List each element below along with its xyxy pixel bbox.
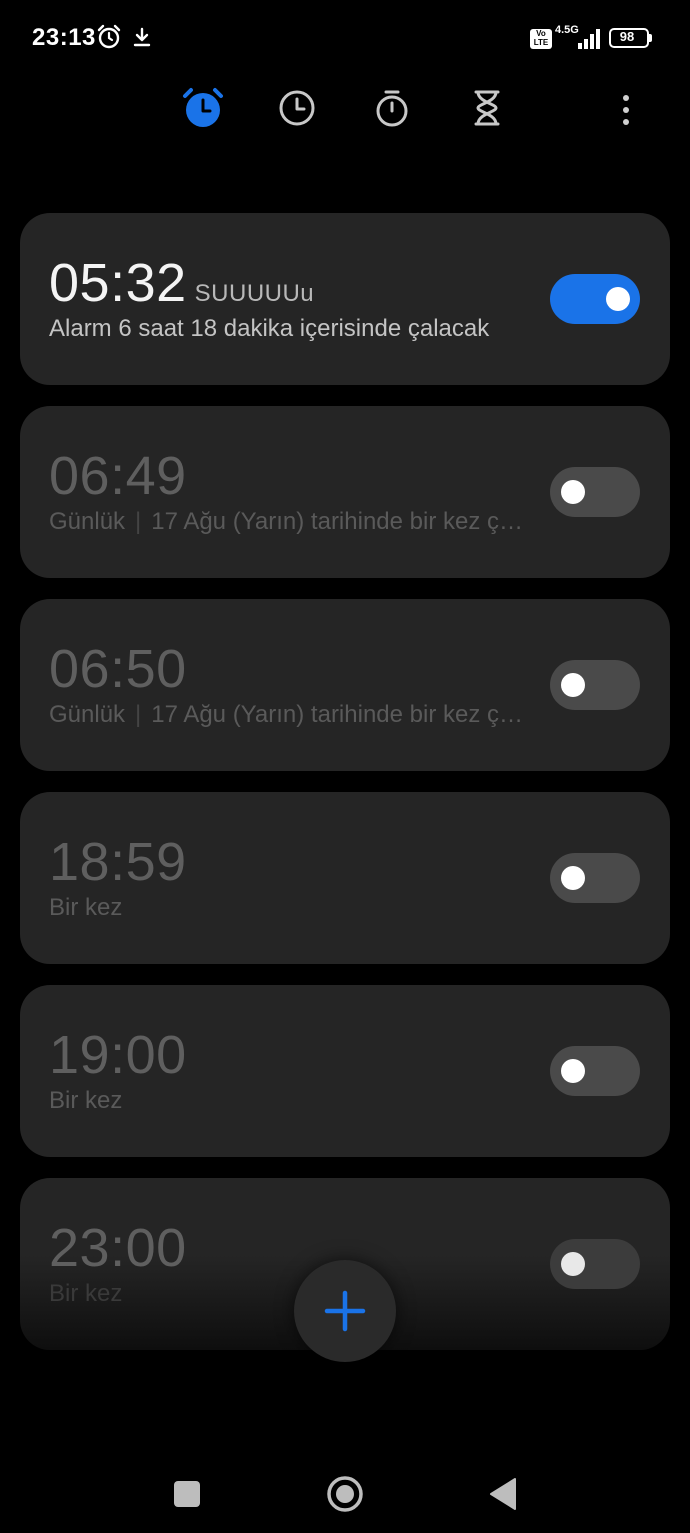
- back-button[interactable]: [481, 1472, 525, 1516]
- system-navbar: [0, 1450, 690, 1533]
- volte-icon: Vo LTE: [530, 29, 552, 49]
- tab-alarm[interactable]: [181, 86, 225, 130]
- stopwatch-icon: [376, 90, 408, 127]
- alarm-time: 05:32: [49, 253, 187, 313]
- download-icon: [133, 27, 151, 47]
- status-time: 23:13: [32, 24, 96, 51]
- alarm-toggle[interactable]: [550, 1046, 640, 1096]
- toggle-knob: [561, 866, 585, 890]
- alarm-toggle[interactable]: [550, 274, 640, 324]
- overflow-menu-button[interactable]: [606, 90, 646, 130]
- alarm-subtitle: 17 Ağu (Yarın) tarihinde bir kez çalacak: [151, 508, 529, 535]
- tab-timer[interactable]: [465, 86, 509, 130]
- alarm-subtitle-row: Günlük | 17 Ağu (Yarın) tarihinde bir kez …: [49, 506, 529, 538]
- clock-icon: [279, 90, 315, 126]
- alarm-clock-icon: [183, 88, 223, 127]
- alarm-toggle[interactable]: [550, 1239, 640, 1289]
- more-dot: [623, 119, 629, 125]
- alarm-list: 05:32 SUUUUUu Alarm 6 saat 18 dakika içer…: [20, 213, 670, 1371]
- tab-world-clock[interactable]: [275, 86, 319, 130]
- alarm-subtitle: Bir kez: [49, 1280, 123, 1307]
- toggle-knob: [561, 1059, 585, 1083]
- battery-level: 98: [619, 29, 635, 44]
- recents-button[interactable]: [165, 1472, 209, 1516]
- separator: |: [135, 508, 142, 535]
- back-triangle-icon: [490, 1478, 516, 1510]
- separator: |: [135, 701, 142, 728]
- alarm-time: 23:00: [49, 1218, 187, 1278]
- more-dot: [623, 95, 629, 101]
- alarm-time: 06:49: [49, 446, 187, 506]
- home-button[interactable]: [323, 1472, 367, 1516]
- alarm-subtitle: Alarm 6 saat 18 dakika içerisinde çalaca…: [49, 315, 490, 342]
- alarm-time: 06:50: [49, 639, 187, 699]
- hourglass-icon: [474, 90, 500, 126]
- alarm-icon: [97, 24, 121, 49]
- status-bar: 23:13 Vo LTE 4.5G 98: [0, 0, 690, 78]
- alarm-label: SUUUUUu: [194, 280, 315, 307]
- signal-icon: [578, 29, 600, 49]
- toggle-knob: [561, 480, 585, 504]
- alarm-card[interactable]: 05:32 SUUUUUu Alarm 6 saat 18 dakika içer…: [20, 213, 670, 385]
- add-alarm-button[interactable]: [294, 1260, 396, 1362]
- clock-tabs: [0, 84, 690, 134]
- alarm-toggle[interactable]: [550, 467, 640, 517]
- alarm-toggle[interactable]: [550, 660, 640, 710]
- tab-stopwatch[interactable]: [370, 86, 414, 130]
- alarm-repeat: Günlük: [49, 508, 126, 535]
- alarm-time: 18:59: [49, 832, 187, 892]
- toggle-knob: [606, 287, 630, 311]
- toggle-knob: [561, 673, 585, 697]
- alarm-toggle[interactable]: [550, 853, 640, 903]
- alarm-subtitle: Bir kez: [49, 1087, 123, 1114]
- alarm-card[interactable]: 06:50 Günlük | 17 Ağu (Yarın) tarihinde bi…: [20, 599, 670, 771]
- recents-square-icon: [174, 1481, 200, 1507]
- alarm-card[interactable]: 06:49 Günlük | 17 Ağu (Yarın) tarihinde bi…: [20, 406, 670, 578]
- alarm-repeat: Günlük: [49, 701, 126, 728]
- alarm-subtitle: Bir kez: [49, 894, 123, 921]
- alarm-card[interactable]: 19:00 Bir kez: [20, 985, 670, 1157]
- alarm-subtitle: 17 Ağu (Yarın) tarihinde bir kez çalacak: [151, 701, 529, 728]
- plus-icon: [324, 1290, 366, 1332]
- toggle-knob: [561, 1252, 585, 1276]
- alarm-subtitle-row: Günlük | 17 Ağu (Yarın) tarihinde bir kez …: [49, 699, 529, 731]
- alarm-time: 19:00: [49, 1025, 187, 1085]
- alarm-card[interactable]: 18:59 Bir kez: [20, 792, 670, 964]
- more-dot: [623, 107, 629, 113]
- battery-icon: 98: [609, 28, 653, 48]
- home-circle-icon: [327, 1476, 363, 1512]
